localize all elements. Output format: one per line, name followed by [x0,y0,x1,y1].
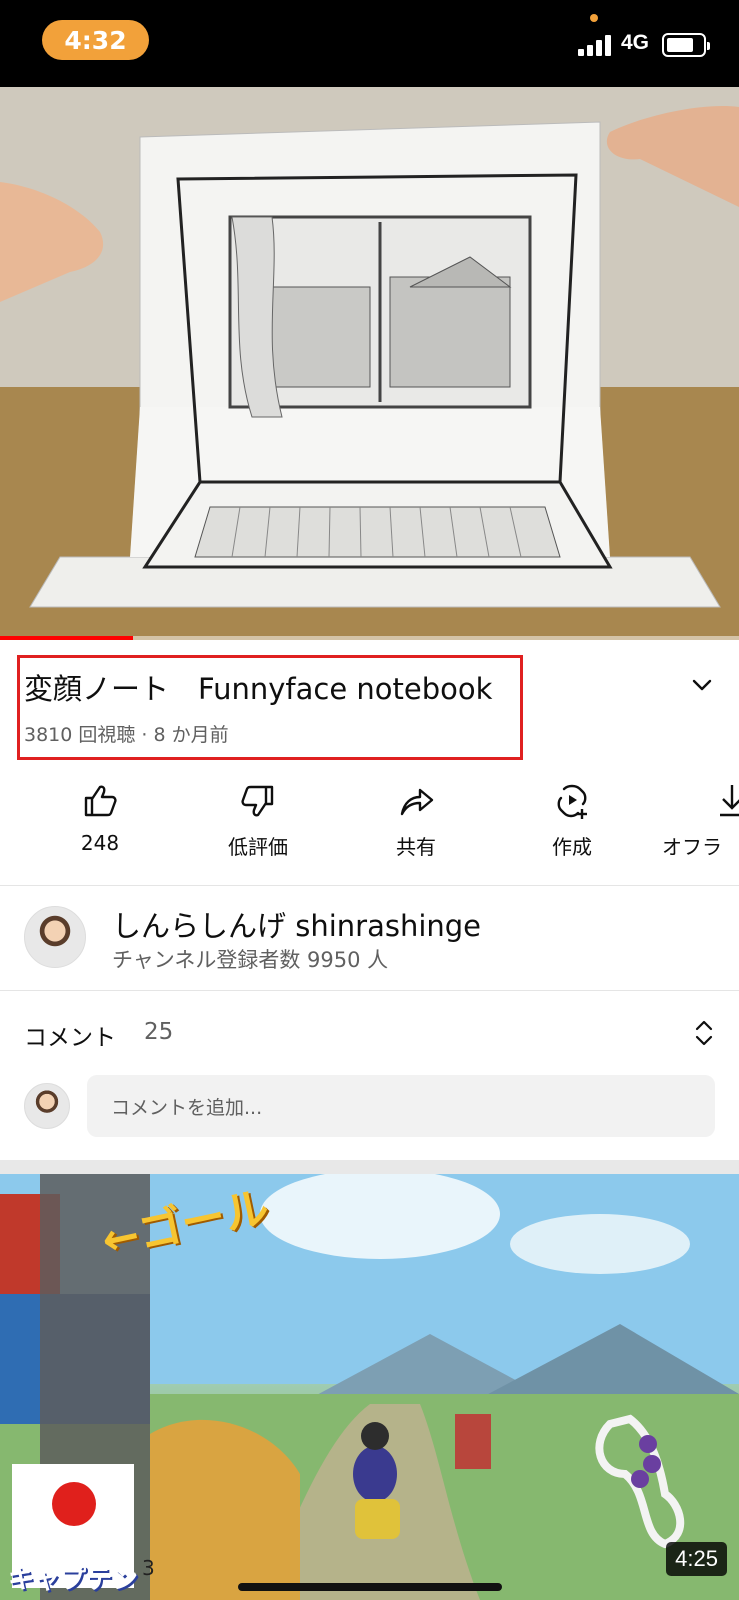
offline-button[interactable]: オフラ [662,775,739,885]
share-icon [400,788,434,816]
expand-comments-icon[interactable] [692,1018,716,1048]
captain-number: 3 [142,1556,155,1580]
add-comment-input[interactable]: コメントを追加... [87,1075,715,1137]
like-button[interactable]: 248 [40,775,160,885]
share-button[interactable]: 共有 [356,775,476,885]
like-count: 248 [80,831,120,855]
status-bar: 4:32 4G [0,0,739,87]
next-video-thumbnail[interactable]: ←ゴール キャプテン 3 4:25 [0,1174,739,1600]
channel-avatar[interactable] [24,906,86,968]
home-indicator[interactable] [238,1583,502,1591]
video-duration-badge: 4:25 [666,1542,727,1576]
comments-heading[interactable]: コメント [24,1018,116,1052]
video-title[interactable]: 変顔ノート Funnyface notebook [24,666,492,708]
channel-subscriber-count: チャンネル登録者数 9950 人 [112,948,389,972]
thumbs-down-icon [241,785,274,817]
user-avatar [24,1083,70,1129]
video-player[interactable] [0,87,739,640]
video-progress-bar[interactable] [0,636,739,640]
privacy-indicator-dot [590,14,598,22]
divider [0,990,739,991]
channel-name[interactable]: しんらしんげ shinrashinge [112,903,481,945]
status-time[interactable]: 4:32 [42,20,149,60]
create-icon [557,784,587,819]
video-meta[interactable]: 3810 回視聴 · 8 か月前 [24,720,229,747]
create-button[interactable]: 作成 [512,775,632,885]
create-label: 作成 [552,835,592,859]
share-label: 共有 [396,835,436,859]
thumbs-up-icon [84,785,117,817]
network-type: 4G [621,31,650,54]
section-separator [0,1160,739,1174]
action-row: 248 低評価 共有 作成 オフラ [0,775,739,885]
battery-icon [662,33,710,57]
download-icon [720,785,739,817]
chevron-down-icon[interactable] [690,675,714,695]
divider [0,885,739,886]
captain-overlay-text: キャプテン [8,1565,139,1595]
offline-label: オフラ [662,835,722,859]
cellular-signal-icon [578,34,614,56]
video-frame-notebook [0,87,739,640]
dislike-button[interactable]: 低評価 [198,775,318,885]
dislike-label: 低評価 [228,835,288,859]
comments-count: 25 [144,1019,174,1045]
video-progress-fill [0,636,134,640]
